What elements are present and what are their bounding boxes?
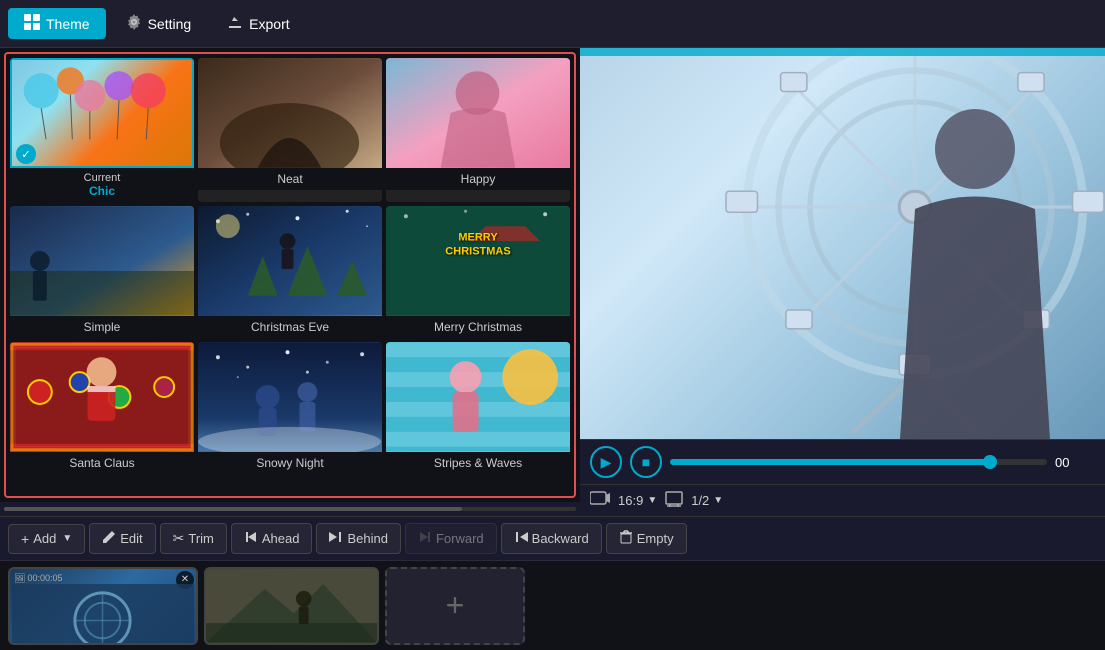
edit-button[interactable]: Edit [89,523,155,554]
aspect-ratio-dropdown-arrow: ▼ [647,495,657,506]
forward-label: Forward [436,531,484,546]
stop-icon: ■ [642,454,650,470]
top-navigation: Theme Setting Export [0,0,1105,48]
play-icon: ▶ [601,454,612,471]
ahead-label: Ahead [262,531,300,546]
aspect-ratio-label: 16:9 [618,493,643,508]
add-clip-button[interactable]: + [385,567,525,645]
merry-christmas-label: Merry Christmas [434,320,522,334]
export-tab[interactable]: Export [211,8,305,39]
preview-background [580,48,1105,439]
page-dropdown-arrow: ▼ [713,495,723,506]
theme-item-snowy-night[interactable]: Snowy Night [198,342,382,474]
setting-tab-label: Setting [148,16,192,32]
aspect-ratio-selector[interactable]: 16:9 ▼ [618,493,657,508]
stripes-waves-label: Stripes & Waves [434,456,522,470]
theme-item-christmas-eve[interactable]: Christmas Eve [198,206,382,338]
theme-grid-icon [24,14,40,33]
current-label: Current [10,172,194,184]
theme-grid-wrapper: ✓ Current Chic [4,52,576,498]
preview-area [580,48,1105,439]
preview-top-bar [580,48,1105,56]
theme-item-stripes-waves[interactable]: Stripes & Waves [386,342,570,474]
santa-claus-label: Santa Claus [69,456,134,470]
play-button[interactable]: ▶ [590,446,622,478]
clip-1-time: 00:00:05 [27,573,62,583]
snowy-night-label: Snowy Night [256,456,323,470]
timeline-clip-2[interactable] [204,567,379,645]
preview-panel: ▶ ■ 00 16:9 ▼ [580,48,1105,516]
export-icon [227,14,243,33]
happy-label: Happy [461,172,496,186]
trash-icon [619,530,633,547]
page-selector[interactable]: 1/2 ▼ [691,493,723,508]
stop-button[interactable]: ■ [630,446,662,478]
bottom-toolbar: + Add ▼ Edit ✂ Trim Ahead Behind Forward… [0,516,1105,560]
progress-bar[interactable] [670,459,1047,465]
setting-tab[interactable]: Setting [110,8,208,39]
video-clip-icon [590,490,610,511]
playback-controls: ▶ ■ 00 [580,439,1105,484]
trim-scissors-icon: ✂ [173,530,185,547]
timeline: 🖼 00:00:05 ✕ + [0,560,1105,650]
add-dropdown-arrow[interactable]: ▼ [62,533,72,544]
add-clip-icon: + [446,587,465,624]
edit-icon [102,530,116,547]
preview-footer: 16:9 ▼ 1/2 ▼ [580,484,1105,516]
edit-label: Edit [120,531,142,546]
theme-item-santa-claus[interactable]: Santa Claus [10,342,194,474]
backward-button[interactable]: Backward [501,523,602,554]
trim-label: Trim [188,531,214,546]
theme-item-chic[interactable]: ✓ Current Chic [10,58,194,202]
clip-1-thumbnail [10,584,196,645]
theme-item-happy[interactable]: Happy [386,58,570,202]
theme-item-merry-christmas[interactable]: MERRYCHRISTMAS Merry Christmas [386,206,570,338]
behind-label: Behind [347,531,387,546]
clip-1-timestamp: 🖼 00:00:05 [14,573,62,584]
backward-icon [514,530,528,547]
image-icon: 🖼 [14,573,25,584]
time-display: 00 [1055,455,1095,470]
ahead-button[interactable]: Ahead [231,523,313,554]
theme-tab-label: Theme [46,16,90,32]
ahead-icon [244,530,258,547]
theme-panel: ✓ Current Chic [0,48,580,516]
empty-button[interactable]: Empty [606,523,687,554]
forward-button[interactable]: Forward [405,523,497,554]
trim-button[interactable]: ✂ Trim [160,523,227,554]
theme-item-simple[interactable]: Simple [10,206,194,338]
timeline-clip-1[interactable]: 🖼 00:00:05 ✕ [8,567,198,645]
theme-grid: ✓ Current Chic [10,58,570,474]
page-label: 1/2 [691,493,709,508]
simple-label: Simple [84,320,121,334]
setting-gear-icon [126,14,142,33]
main-content: ✓ Current Chic [0,48,1105,516]
add-icon: + [21,531,29,547]
theme-item-neat[interactable]: Neat [198,58,382,202]
behind-icon [329,530,343,547]
progress-knob[interactable] [983,455,997,469]
neat-label: Neat [277,172,302,186]
progress-fill [670,459,990,465]
person-figure [875,89,1075,439]
behind-button[interactable]: Behind [316,523,400,554]
fullscreen-icon[interactable] [665,489,683,512]
chic-label: Chic [89,184,115,198]
export-tab-label: Export [249,16,289,32]
theme-tab[interactable]: Theme [8,8,106,39]
empty-label: Empty [637,531,674,546]
christmas-eve-label: Christmas Eve [251,320,329,334]
forward-icon [418,530,432,547]
add-label: Add [33,531,56,546]
backward-label: Backward [532,531,589,546]
clip-2-thumbnail [206,569,377,643]
add-button[interactable]: + Add ▼ [8,524,85,554]
